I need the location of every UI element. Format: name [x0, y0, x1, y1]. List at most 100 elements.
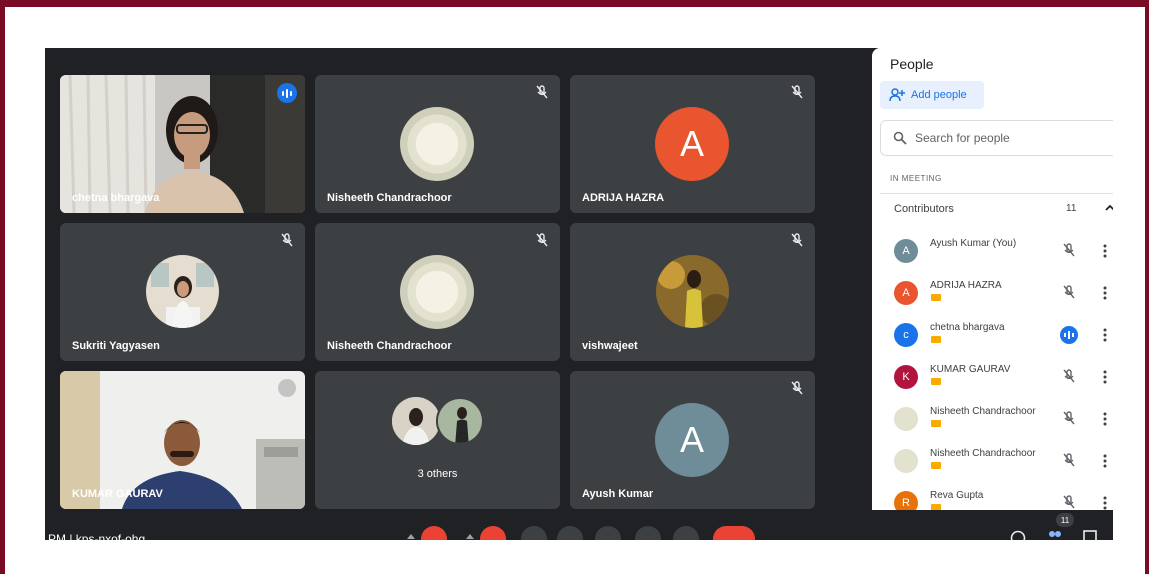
host-badge-icon — [931, 336, 941, 343]
panel-title: People — [890, 56, 934, 72]
mic-off-icon — [281, 233, 293, 247]
mic-off-icon — [791, 381, 803, 395]
mic-off-icon[interactable] — [1061, 494, 1077, 510]
contributors-header[interactable]: Contributors 11 — [880, 193, 1113, 223]
participant-name: Ayush Kumar (You) — [930, 238, 1017, 249]
more-vert-icon[interactable] — [1103, 369, 1107, 385]
avatar: A — [655, 107, 729, 181]
avatar — [894, 449, 918, 473]
participant-row[interactable]: Nisheeth Chandrachoor — [880, 440, 1113, 482]
avatar — [400, 107, 474, 181]
add-people-button[interactable]: Add people — [880, 81, 984, 109]
video-grid: chetna bhargava Nisheeth Chandrachoor A … — [45, 48, 872, 510]
avatar: c — [894, 323, 918, 347]
participant-name: Ayush Kumar — [582, 488, 654, 500]
more-vert-icon[interactable] — [1103, 327, 1107, 343]
participant-name: vishwajeet — [582, 340, 638, 352]
participant-tile[interactable]: Sukriti Yagyasen — [60, 223, 305, 361]
participant-tile[interactable]: A ADRIJA HAZRA — [570, 75, 815, 213]
mic-off-icon[interactable] — [1061, 452, 1077, 468]
participant-row[interactable]: R Reva Gupta — [880, 482, 1113, 510]
camera-toggle-button[interactable] — [480, 526, 506, 540]
mic-off-icon — [791, 233, 803, 247]
participant-name: chetna bhargava — [72, 192, 160, 204]
participant-row[interactable]: c chetna bhargava — [880, 314, 1113, 356]
more-vert-icon[interactable] — [1103, 243, 1107, 259]
participant-name: Nisheeth Chandrachoor — [327, 192, 452, 204]
emoji-button[interactable] — [557, 526, 583, 540]
mic-off-icon[interactable] — [1061, 368, 1077, 384]
mic-off-icon — [278, 379, 296, 397]
participant-tile[interactable]: chetna bhargava — [60, 75, 305, 213]
search-input[interactable]: Search for people — [880, 120, 1113, 156]
avatar: K — [894, 365, 918, 389]
avatar — [894, 407, 918, 431]
participant-name: Nisheeth Chandrachoor — [327, 340, 452, 352]
more-vert-icon[interactable] — [1103, 411, 1107, 427]
participant-name: chetna bhargava — [930, 322, 1005, 333]
participant-row[interactable]: K KUMAR GAURAV — [880, 356, 1113, 398]
participant-row[interactable]: A Ayush Kumar (You) — [880, 230, 1113, 272]
avatar — [146, 255, 219, 328]
more-options-button[interactable] — [673, 526, 699, 540]
search-placeholder: Search for people — [915, 131, 1010, 145]
host-badge-icon — [931, 294, 941, 301]
avatar: A — [894, 281, 918, 305]
present-button[interactable] — [595, 526, 621, 540]
mic-off-icon[interactable] — [1061, 284, 1077, 300]
participant-name: KUMAR GAURAV — [72, 488, 163, 500]
mic-off-icon[interactable] — [1061, 242, 1077, 258]
avatar — [656, 255, 729, 328]
mic-off-icon — [791, 85, 803, 99]
chevron-up-icon[interactable] — [1104, 203, 1113, 213]
more-vert-icon[interactable] — [1103, 285, 1107, 301]
people-list: A Ayush Kumar (You) A ADRIJA HAZRA c chetna b… — [880, 230, 1113, 510]
frame-right — [1145, 0, 1149, 574]
participant-name: ADRIJA HAZRA — [930, 280, 1002, 291]
participant-tile[interactable]: 3 others — [315, 371, 560, 509]
people-panel: People Add people Search for people IN M… — [872, 48, 1113, 510]
participant-tile[interactable]: Nisheeth Chandrachoor — [315, 75, 560, 213]
participant-tile[interactable]: vishwajeet — [570, 223, 815, 361]
avatar: A — [894, 239, 918, 263]
control-bar: PM | kps-nxof-ohg 11 — [45, 510, 1113, 540]
mic-off-icon[interactable] — [1061, 410, 1077, 426]
host-badge-icon — [931, 420, 941, 427]
mic-options-icon[interactable] — [407, 534, 415, 539]
host-badge-icon — [931, 462, 941, 469]
mic-off-icon — [536, 85, 548, 99]
participant-tile[interactable]: Nisheeth Chandrachoor — [315, 223, 560, 361]
end-call-button[interactable] — [713, 526, 755, 540]
captions-button[interactable] — [521, 526, 547, 540]
host-badge-icon — [931, 378, 941, 385]
participant-row[interactable]: Nisheeth Chandrachoor — [880, 398, 1113, 440]
avatar — [436, 397, 484, 445]
frame-left — [0, 0, 5, 574]
raise-hand-button[interactable] — [635, 526, 661, 540]
more-vert-icon[interactable] — [1103, 453, 1107, 469]
contributors-count: 11 — [1066, 203, 1077, 214]
add-person-icon — [889, 88, 905, 102]
more-vert-icon[interactable] — [1103, 495, 1107, 510]
info-icon[interactable] — [1010, 530, 1026, 540]
frame-top — [0, 0, 1149, 7]
people-icon[interactable] — [1047, 530, 1063, 540]
add-people-label: Add people — [911, 89, 967, 101]
participant-tile[interactable]: A Ayush Kumar — [570, 371, 815, 509]
meet-window: chetna bhargava Nisheeth Chandrachoor A … — [45, 48, 1113, 540]
meeting-info: PM | kps-nxof-ohg — [48, 532, 146, 540]
participant-name: Nisheeth Chandrachoor — [930, 448, 1036, 459]
chat-icon[interactable] — [1083, 530, 1097, 540]
participant-tile[interactable]: KUMAR GAURAV — [60, 371, 305, 509]
avatar: R — [894, 491, 918, 510]
participant-name: ADRIJA HAZRA — [582, 192, 665, 204]
mic-off-icon — [536, 233, 548, 247]
speaking-indicator-icon — [277, 83, 297, 103]
participant-name: Reva Gupta — [930, 490, 984, 501]
others-label: 3 others — [417, 468, 458, 480]
camera-options-icon[interactable] — [466, 534, 474, 539]
search-icon — [893, 131, 907, 145]
participant-row[interactable]: A ADRIJA HAZRA — [880, 272, 1113, 314]
mic-toggle-button[interactable] — [421, 526, 447, 540]
participant-name: Nisheeth Chandrachoor — [930, 406, 1036, 417]
